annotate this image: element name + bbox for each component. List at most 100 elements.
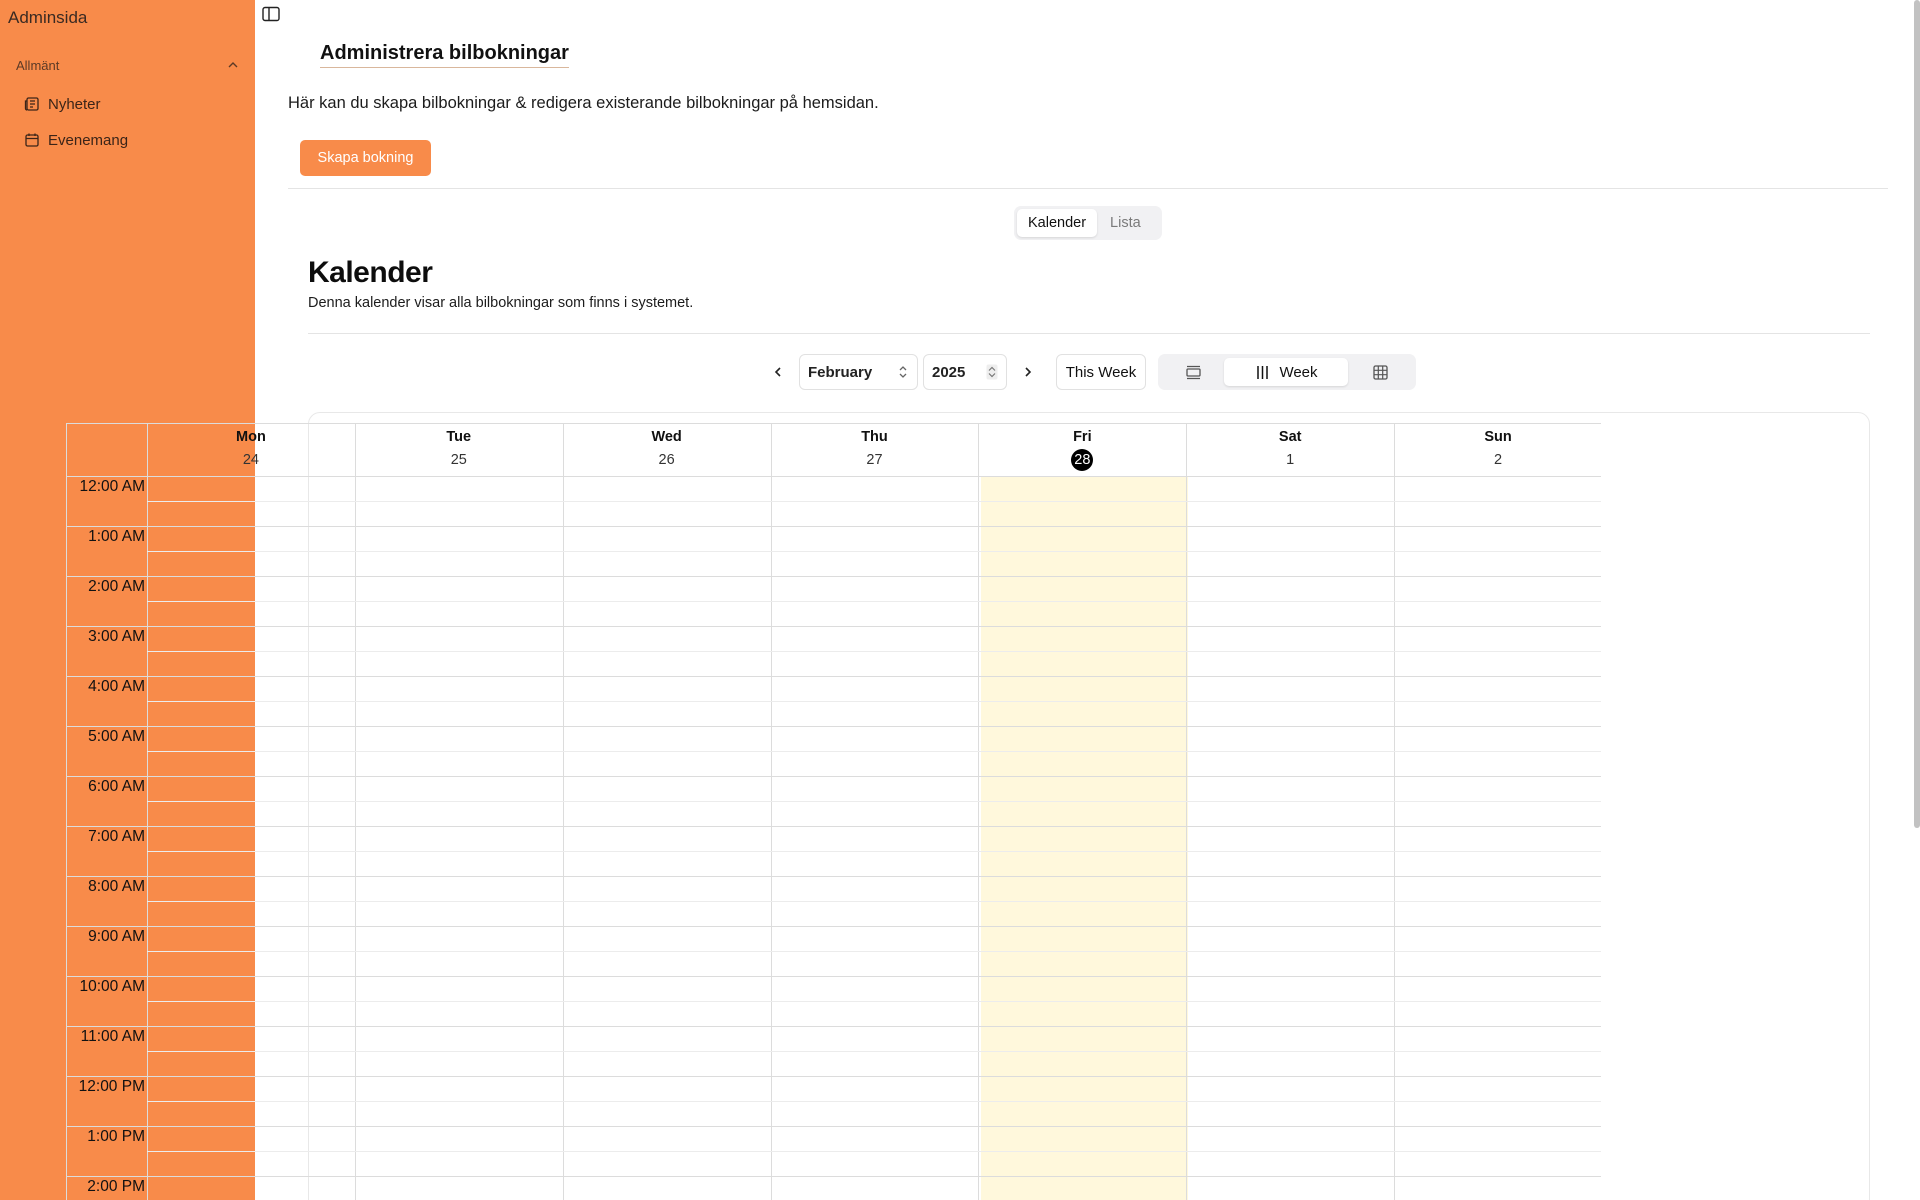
time-slot[interactable] xyxy=(772,777,978,825)
time-slot[interactable] xyxy=(772,677,978,725)
time-slot[interactable] xyxy=(1395,477,1601,525)
time-slot[interactable] xyxy=(1395,1077,1601,1125)
time-slot[interactable] xyxy=(979,877,1185,925)
time-slot[interactable] xyxy=(148,927,354,975)
time-slot[interactable] xyxy=(356,877,562,925)
time-slot[interactable] xyxy=(564,477,770,525)
time-slot[interactable] xyxy=(1187,777,1393,825)
tab-lista[interactable]: Lista xyxy=(1099,209,1152,237)
time-slot[interactable] xyxy=(1395,577,1601,625)
time-slot[interactable] xyxy=(1187,627,1393,675)
time-slot[interactable] xyxy=(979,1077,1185,1125)
chevron-up-icon[interactable] xyxy=(226,58,240,72)
time-slot[interactable] xyxy=(772,1177,978,1200)
time-slot[interactable] xyxy=(979,777,1185,825)
time-slot[interactable] xyxy=(564,527,770,575)
time-slot[interactable] xyxy=(356,1127,562,1175)
time-slot[interactable] xyxy=(148,677,354,725)
time-slot[interactable] xyxy=(1187,877,1393,925)
time-slot[interactable] xyxy=(148,627,354,675)
time-slot[interactable] xyxy=(356,977,562,1025)
time-slot[interactable] xyxy=(564,677,770,725)
year-select[interactable]: 2025 xyxy=(923,354,1007,390)
time-slot[interactable] xyxy=(148,777,354,825)
time-slot[interactable] xyxy=(979,1177,1185,1200)
time-slot[interactable] xyxy=(564,777,770,825)
time-slot[interactable] xyxy=(356,527,562,575)
time-slot[interactable] xyxy=(1395,977,1601,1025)
time-slot[interactable] xyxy=(1187,577,1393,625)
time-slot[interactable] xyxy=(564,877,770,925)
time-slot[interactable] xyxy=(979,927,1185,975)
time-slot[interactable] xyxy=(1395,1177,1601,1200)
time-slot[interactable] xyxy=(564,1027,770,1075)
time-slot[interactable] xyxy=(979,827,1185,875)
time-slot[interactable] xyxy=(564,827,770,875)
sidebar-item-evenemang[interactable]: Evenemang xyxy=(24,126,244,154)
time-slot[interactable] xyxy=(356,577,562,625)
time-slot[interactable] xyxy=(1187,927,1393,975)
time-slot[interactable] xyxy=(1395,877,1601,925)
time-slot[interactable] xyxy=(1395,927,1601,975)
time-slot[interactable] xyxy=(1187,827,1393,875)
time-slot[interactable] xyxy=(772,1027,978,1075)
time-slot[interactable] xyxy=(356,727,562,775)
time-slot[interactable] xyxy=(1187,527,1393,575)
time-slot[interactable] xyxy=(1187,677,1393,725)
time-slot[interactable] xyxy=(356,827,562,875)
week-view-button[interactable]: Week xyxy=(1224,358,1348,386)
month-view-button[interactable] xyxy=(1350,358,1410,386)
time-slot[interactable] xyxy=(356,1027,562,1075)
tab-kalender[interactable]: Kalender xyxy=(1017,209,1098,237)
time-slot[interactable] xyxy=(1395,727,1601,775)
time-slot[interactable] xyxy=(1187,1027,1393,1075)
time-slot[interactable] xyxy=(772,627,978,675)
time-slot[interactable] xyxy=(148,477,354,525)
create-booking-button[interactable]: Skapa bokning xyxy=(300,140,431,176)
time-slot[interactable] xyxy=(1395,627,1601,675)
time-slot[interactable] xyxy=(772,1077,978,1125)
time-slot[interactable] xyxy=(772,477,978,525)
time-slot[interactable] xyxy=(1395,777,1601,825)
time-slot[interactable] xyxy=(1187,477,1393,525)
time-slot[interactable] xyxy=(1187,977,1393,1025)
time-slot[interactable] xyxy=(979,677,1185,725)
time-slot[interactable] xyxy=(564,1127,770,1175)
time-slot[interactable] xyxy=(979,577,1185,625)
time-slot[interactable] xyxy=(1187,1077,1393,1125)
time-slot[interactable] xyxy=(772,977,978,1025)
time-slot[interactable] xyxy=(772,527,978,575)
page-scrollbar[interactable] xyxy=(1914,0,1920,828)
time-slot[interactable] xyxy=(564,727,770,775)
time-slot[interactable] xyxy=(148,827,354,875)
time-slot[interactable] xyxy=(564,627,770,675)
time-slot[interactable] xyxy=(1187,1177,1393,1200)
time-slot[interactable] xyxy=(356,627,562,675)
time-slot[interactable] xyxy=(979,1027,1185,1075)
time-slot[interactable] xyxy=(356,477,562,525)
spinner-arrows-icon[interactable] xyxy=(986,364,998,380)
time-slot[interactable] xyxy=(148,727,354,775)
time-slot[interactable] xyxy=(564,1177,770,1200)
time-slot[interactable] xyxy=(356,777,562,825)
time-slot[interactable] xyxy=(148,1027,354,1075)
time-slot[interactable] xyxy=(979,627,1185,675)
time-slot[interactable] xyxy=(772,877,978,925)
time-slot[interactable] xyxy=(148,1077,354,1125)
time-slot[interactable] xyxy=(1187,727,1393,775)
time-slot[interactable] xyxy=(148,977,354,1025)
time-slot[interactable] xyxy=(148,877,354,925)
time-slot[interactable] xyxy=(979,477,1185,525)
time-slot[interactable] xyxy=(979,527,1185,575)
time-slot[interactable] xyxy=(1395,1127,1601,1175)
time-slot[interactable] xyxy=(1395,527,1601,575)
time-slot[interactable] xyxy=(772,1127,978,1175)
month-select[interactable]: February xyxy=(799,354,918,390)
time-slot[interactable] xyxy=(148,527,354,575)
next-week-button[interactable] xyxy=(1016,362,1040,382)
time-slot[interactable] xyxy=(1187,1127,1393,1175)
time-slot[interactable] xyxy=(356,1177,562,1200)
previous-week-button[interactable] xyxy=(766,362,790,382)
time-slot[interactable] xyxy=(1395,827,1601,875)
time-slot[interactable] xyxy=(772,827,978,875)
